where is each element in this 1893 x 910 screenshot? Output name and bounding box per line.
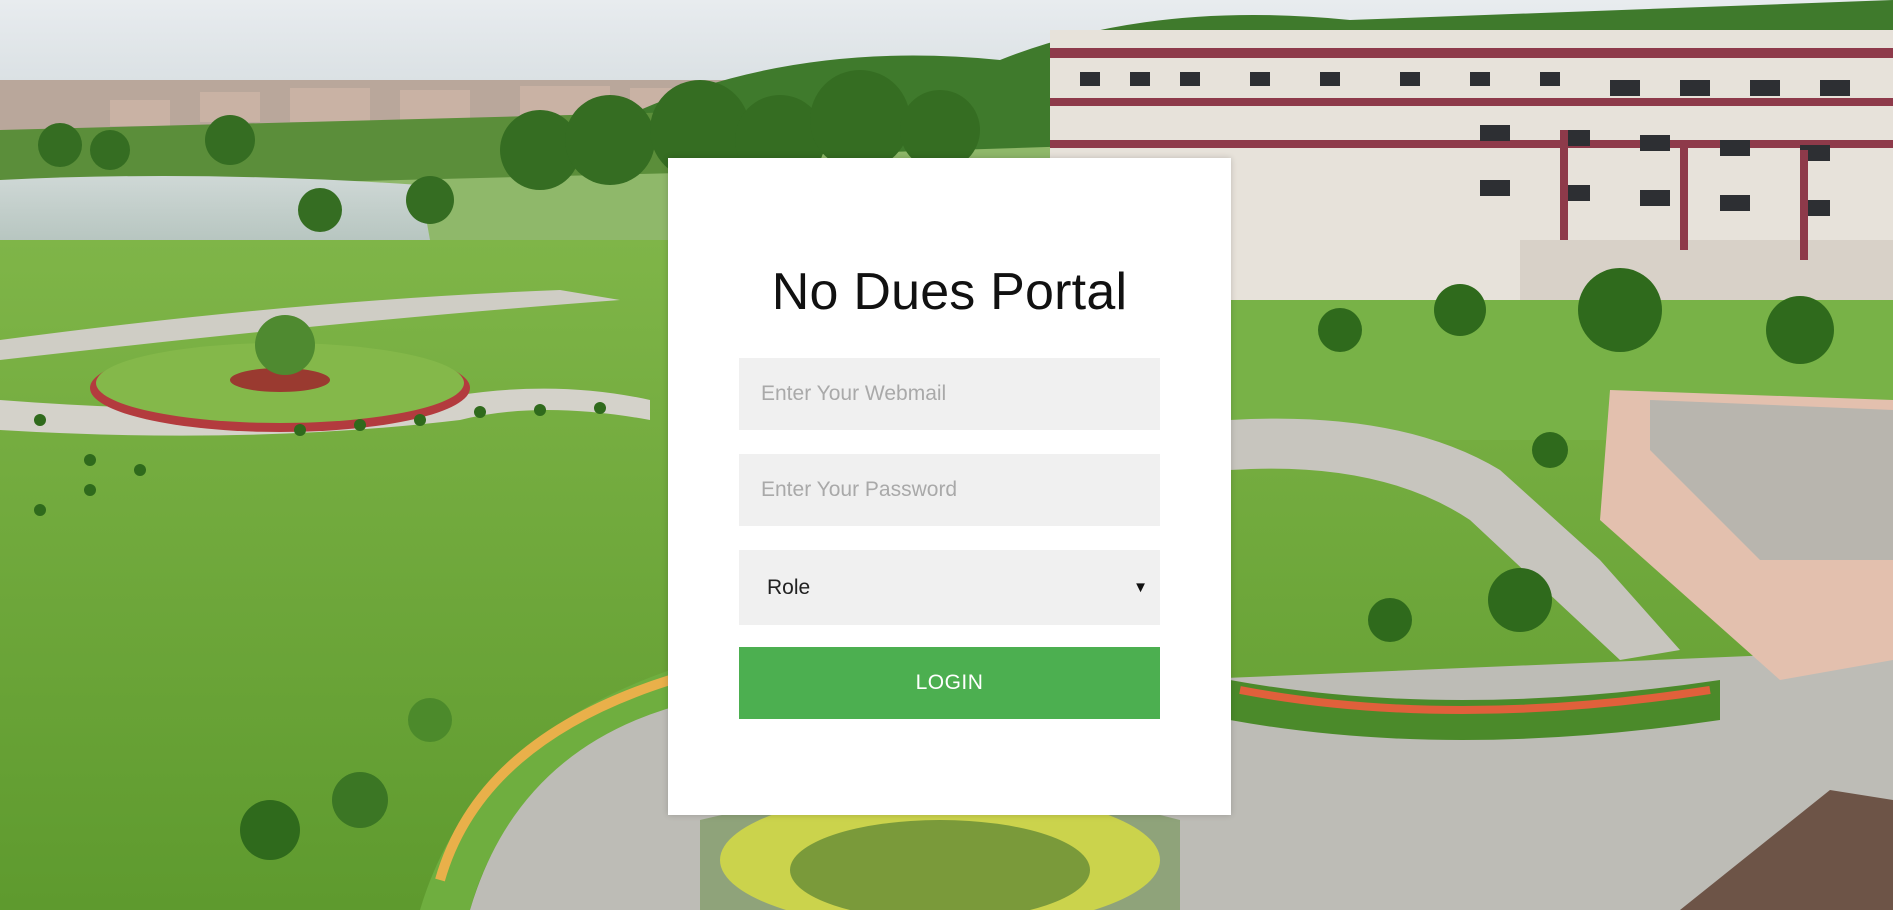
page-title: No Dues Portal bbox=[771, 263, 1128, 321]
login-card: No Dues Portal Role ▼ LOGIN bbox=[668, 158, 1231, 815]
chevron-down-icon: ▼ bbox=[1133, 579, 1148, 596]
password-input[interactable] bbox=[739, 454, 1160, 526]
webmail-input[interactable] bbox=[739, 358, 1160, 430]
role-select-value: Role bbox=[767, 575, 811, 599]
role-select[interactable]: Role ▼ bbox=[739, 550, 1160, 625]
login-button[interactable]: LOGIN bbox=[739, 647, 1160, 719]
